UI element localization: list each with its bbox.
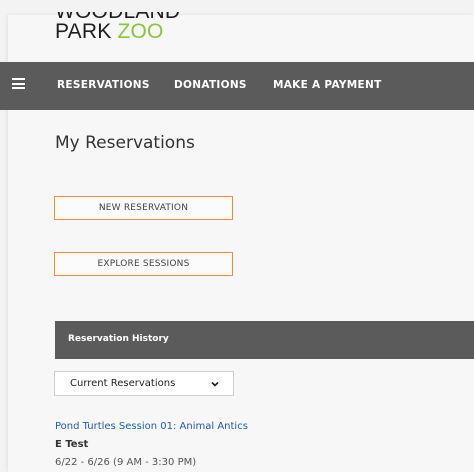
reservation-history-title: Reservation History bbox=[68, 334, 169, 344]
page-title: My Reservations bbox=[55, 133, 195, 153]
nav-item-reservations[interactable]: RESERVATIONS bbox=[57, 79, 150, 91]
woodland-park-zoo-logo[interactable]: WOODLAND PARK ZOO bbox=[55, 12, 205, 50]
nav-item-make-a-payment[interactable]: MAKE A PAYMENT bbox=[273, 79, 382, 91]
logo-park-text: PARK bbox=[55, 20, 118, 43]
reservation-participant-name: E Test bbox=[55, 439, 89, 450]
new-reservation-button[interactable]: NEW RESERVATION bbox=[54, 196, 233, 220]
logo-line-2: PARK ZOO bbox=[55, 20, 164, 44]
chevron-down-icon bbox=[211, 381, 219, 387]
explore-sessions-button[interactable]: EXPLORE SESSIONS bbox=[54, 252, 233, 276]
reservation-filter-value: Current Reservations bbox=[70, 378, 176, 389]
reservation-title-link[interactable]: Pond Turtles Session 01: Animal Antics bbox=[55, 421, 248, 432]
reservation-dates: 6/22 - 6/26 (9 AM - 3:30 PM) bbox=[55, 457, 197, 468]
reservation-history-header: Reservation History bbox=[55, 321, 474, 359]
reservation-filter-select[interactable]: Current Reservations bbox=[54, 371, 234, 396]
nav-item-donations[interactable]: DONATIONS bbox=[174, 79, 247, 91]
main-navbar: RESERVATIONS DONATIONS MAKE A PAYMENT bbox=[0, 62, 474, 110]
hamburger-icon[interactable] bbox=[12, 78, 25, 89]
logo-zoo-text: ZOO bbox=[117, 20, 164, 43]
